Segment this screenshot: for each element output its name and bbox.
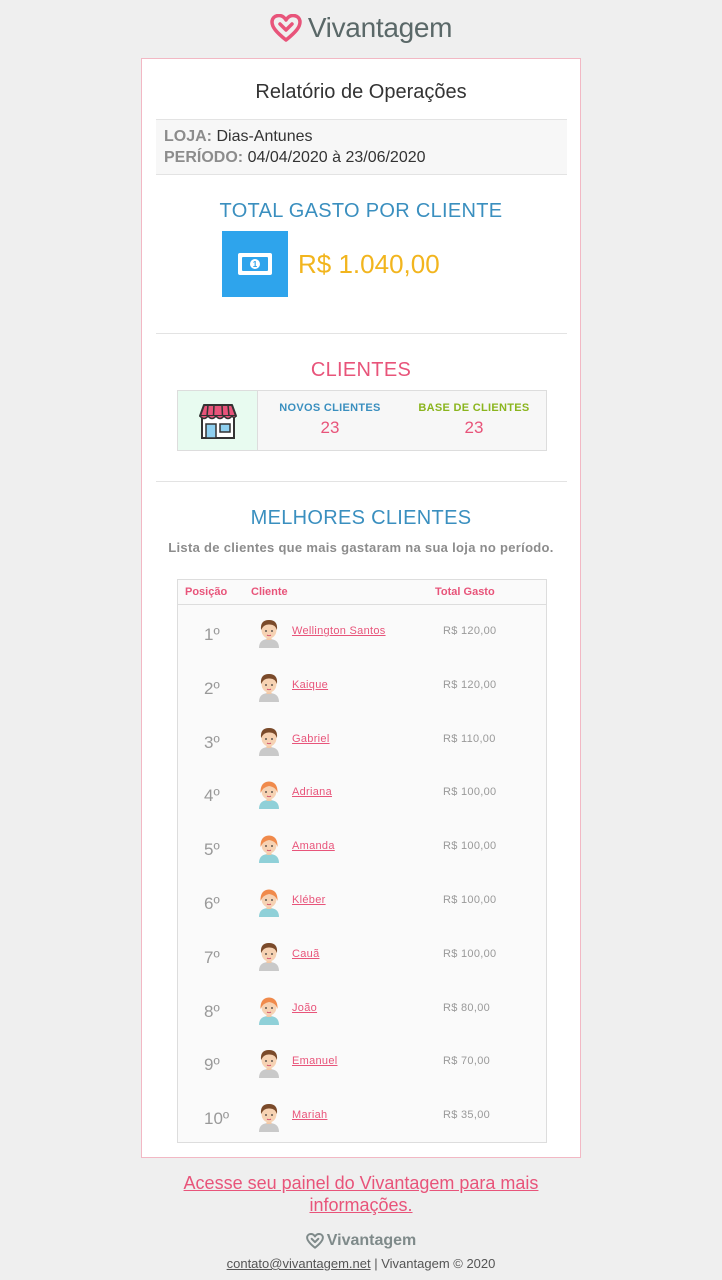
row-amount: R$ 120,00 (443, 625, 497, 637)
dashboard-link[interactable]: Acesse seu painel do Vivantagem para mai… (161, 1172, 561, 1216)
male-avatar-icon (256, 672, 282, 702)
male-avatar-icon (256, 941, 282, 971)
table-row: 6º Kléber R$ 100,00 (178, 874, 546, 928)
table-row: 1º Wellington Santos R$ 120,00 (178, 605, 546, 659)
store-line: LOJA: Dias-Antunes (164, 126, 559, 147)
row-position: 7º (204, 947, 220, 967)
footer-logo: Vivantagem (0, 1232, 722, 1250)
male-avatar-icon (256, 726, 282, 756)
row-position: 5º (204, 840, 220, 860)
table-row: 8º João R$ 80,00 (178, 982, 546, 1036)
row-position: 6º (204, 893, 220, 913)
store-info-box: LOJA: Dias-Antunes PERÍODO: 04/04/2020 à… (156, 119, 567, 175)
table-row: 5º Amanda R$ 100,00 (178, 820, 546, 874)
column-header-total: Total Gasto (435, 586, 495, 598)
best-clients-title: MELHORES CLIENTES (250, 507, 472, 529)
footer-copyright: Vivantagem © 2020 (381, 1256, 496, 1271)
new-clients-label: NOVOS CLIENTES (279, 402, 381, 414)
row-amount: R$ 100,00 (443, 947, 497, 960)
store-value: Dias-Antunes (216, 128, 313, 145)
total-spent-value: R$ 1.040,00 (298, 248, 440, 279)
base-clients-stat: BASE DE CLIENTES 23 (402, 391, 546, 450)
svg-text:1: 1 (253, 260, 258, 269)
period-value: 04/04/2020 à 23/06/2020 (247, 149, 426, 166)
divider (156, 481, 567, 482)
table-row: 4º Adriana R$ 100,00 (178, 766, 546, 820)
row-amount: R$ 70,00 (443, 1055, 491, 1068)
total-spent-title: TOTAL GASTO POR CLIENTE (219, 200, 503, 222)
client-name-link[interactable]: Emanuel (292, 1055, 338, 1067)
footer-brand: Vivantagem (326, 1232, 417, 1249)
header: Vivantagem (0, 10, 722, 46)
table-row: 7º Cauã R$ 100,00 (178, 928, 546, 982)
column-header-client: Cliente (251, 586, 288, 598)
table-body: 1º Wellington Santos R$ 120,00 2º Kaique R$ 1… (178, 605, 546, 1143)
row-position: 1º (204, 625, 220, 644)
client-name-link[interactable]: Cauã (292, 948, 320, 960)
row-amount: R$ 35,00 (443, 1109, 491, 1122)
row-position: 9º (204, 1055, 220, 1075)
row-position: 8º (204, 1001, 220, 1021)
divider (156, 333, 567, 334)
money-bill-icon: 1 (222, 231, 288, 297)
store-icon (198, 403, 237, 439)
female-avatar-icon (256, 779, 282, 810)
best-clients-table: Posição Cliente Total Gasto 1º Wellington… (177, 579, 547, 1143)
clients-stats-box: NOVOS CLIENTES 23 BASE DE CLIENTES 23 (177, 390, 547, 451)
clients-title: CLIENTES (310, 359, 412, 381)
row-position: 4º (204, 786, 220, 806)
new-clients-value: 23 (320, 418, 340, 437)
client-name-link[interactable]: Adriana (292, 786, 332, 798)
period-label: PERÍODO: (164, 149, 244, 166)
row-amount: R$ 100,00 (443, 893, 497, 906)
table-row: 10º Mariah R$ 35,00 (178, 1089, 546, 1143)
male-avatar-icon (256, 1048, 282, 1079)
female-avatar-icon (256, 995, 282, 1025)
period-line: PERÍODO: 04/04/2020 à 23/06/2020 (164, 147, 559, 168)
female-avatar-icon (256, 833, 282, 864)
brand-name: Vivantagem (307, 12, 453, 43)
heart-logo-icon (305, 1233, 324, 1249)
row-position: 10º (204, 1109, 230, 1129)
client-name-link[interactable]: Kléber (292, 894, 326, 906)
row-amount: R$ 100,00 (443, 786, 497, 799)
client-name-link[interactable]: Amanda (292, 840, 335, 852)
female-avatar-icon (256, 887, 282, 917)
table-row: 3º Gabriel R$ 110,00 (178, 713, 546, 767)
row-amount: R$ 120,00 (443, 678, 497, 691)
base-clients-label: BASE DE CLIENTES (418, 402, 530, 414)
base-clients-value: 23 (464, 418, 484, 437)
client-name-link[interactable]: Kaique (292, 679, 328, 691)
client-name-link[interactable]: João (292, 1002, 317, 1014)
client-name-link[interactable]: Wellington Santos (292, 625, 386, 637)
table-row: 9º Emanuel R$ 70,00 (178, 1035, 546, 1089)
row-amount: R$ 100,00 (443, 840, 497, 853)
report-card: Relatório de Operações LOJA: Dias-Antune… (141, 58, 581, 1158)
contact-email-link[interactable]: contato@vivantagem.net (227, 1256, 371, 1271)
footer-separator: | (370, 1256, 382, 1271)
male-avatar-icon (256, 1102, 282, 1133)
total-spent-row: 1 R$ 1.040,00 (222, 231, 440, 297)
heart-logo-icon (270, 14, 302, 42)
client-name-link[interactable]: Mariah (292, 1109, 327, 1121)
report-title: Relatório de Operações (255, 81, 467, 103)
row-position: 2º (204, 678, 220, 698)
client-name-link[interactable]: Gabriel (292, 733, 330, 745)
male-avatar-icon (256, 618, 282, 648)
table-header: Posição Cliente Total Gasto (178, 580, 546, 605)
table-row: 2º Kaique R$ 120,00 (178, 659, 546, 713)
footer-text: contato@vivantagem.net | Vivantagem © 20… (0, 1256, 722, 1271)
row-amount: R$ 110,00 (443, 732, 496, 745)
store-icon-cell (178, 391, 258, 450)
new-clients-stat: NOVOS CLIENTES 23 (258, 391, 402, 450)
row-amount: R$ 80,00 (443, 1001, 491, 1014)
store-label: LOJA: (164, 128, 212, 145)
row-position: 3º (204, 732, 220, 752)
best-clients-subtitle: Lista de clientes que mais gastaram na s… (168, 540, 554, 555)
column-header-position: Posição (185, 586, 228, 598)
